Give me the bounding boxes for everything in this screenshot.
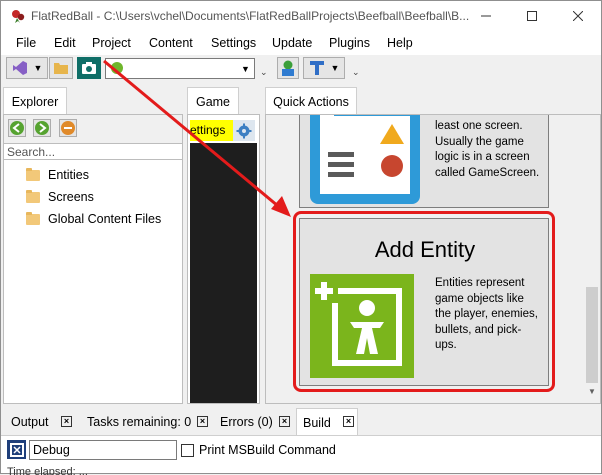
tab-explorer-label: Explorer [11,94,59,109]
search-placeholder: Search... [7,145,56,159]
desc-line: Usually the game [435,135,524,148]
gum-button[interactable] [277,57,299,79]
gear-icon [236,123,252,138]
print-msbuild-checkbox[interactable] [181,444,194,457]
minimize-button[interactable] [463,1,509,31]
tree-item-label: Global Content Files [48,212,162,226]
print-msbuild-label: Print MSBuild Command [199,443,336,457]
close-icon [573,11,583,21]
window-title: FlatRedBall - C:\Users\vchel\Documents\F… [31,9,470,23]
close-icon[interactable]: × [343,416,354,427]
arrow-right-icon [35,121,49,135]
minimize-icon [481,15,491,17]
tab-game[interactable]: Game [187,87,239,115]
tree-item-label: Entities [48,168,89,182]
menu-settings[interactable]: Settings [211,36,256,50]
title-bar: FlatRedBall - C:\Users\vchel\Documents\F… [1,1,601,31]
add-screen-description: least one screen. Usually the game logic… [435,119,539,181]
quick-actions-scrollbar[interactable]: ▼ [584,115,600,403]
folder-icon [26,167,40,181]
game-settings-label: ettings [190,123,226,137]
navigate-back-button[interactable] [8,119,26,137]
quick-actions-panel: least one screen. Usually the game logic… [265,114,601,404]
scrollbar-thumb[interactable] [586,287,598,383]
chevron-down-icon: ▼ [330,63,340,73]
tab-tasks[interactable]: Tasks remaining: 0 × [81,410,211,434]
scroll-down-icon[interactable]: ▼ [588,387,596,396]
add-screen-card[interactable]: least one screen. Usually the game logic… [299,115,549,208]
tree-item-label: Screens [48,190,94,204]
toolbar: ▼ ▼ ⌄ ▼ ⌄ [1,55,601,83]
tab-output[interactable]: Output × [5,410,75,434]
tree-item-global-content-files[interactable]: Global Content Files [26,210,161,228]
tree-item-screens[interactable]: Screens [26,188,94,206]
highlight-rectangle [293,211,555,392]
visual-studio-icon [12,61,27,75]
screenshot-button[interactable] [77,57,101,79]
menu-project[interactable]: Project [92,36,131,50]
tab-errors-label: Errors (0) [220,415,273,429]
tab-quick-actions-label: Quick Actions [273,94,349,109]
arrow-left-icon [10,121,24,135]
navigate-forward-button[interactable] [33,119,51,137]
explorer-toolbar [4,115,182,143]
build-config-icon-button[interactable] [7,440,26,459]
chevron-down-icon: ▼ [241,63,250,74]
build-configuration-value: Debug [33,443,70,457]
open-in-visual-studio-button[interactable]: ▼ [6,57,48,79]
maximize-icon [527,11,537,21]
main-window: FlatRedBall - C:\Users\vchel\Documents\F… [0,0,602,475]
menu-content[interactable]: Content [149,36,193,50]
close-button[interactable] [555,1,601,31]
gum-icon [282,60,294,76]
tab-output-label: Output [11,415,49,429]
open-folder-button[interactable] [49,57,73,79]
folder-icon [26,189,40,203]
folder-open-icon [54,63,68,74]
game-settings-button[interactable]: ettings [190,120,233,141]
explorer-panel: Search... Entities Screens Global Conten… [3,114,183,404]
tools-dropdown-button[interactable]: ▼ [303,57,345,79]
game-gear-button[interactable] [233,120,255,141]
chevron-down-icon: ▼ [33,63,43,73]
desc-line: least one screen. [435,120,523,132]
menu-bar: File Edit Project Content Settings Updat… [1,31,601,55]
screen-icon [310,115,420,204]
build-configuration-input[interactable]: Debug [29,440,177,460]
menu-edit[interactable]: Edit [54,36,76,50]
toolbar-overflow-icon[interactable]: ⌄ [352,67,360,78]
tab-build-label: Build [303,415,331,430]
tab-quick-actions[interactable]: Quick Actions [265,87,357,115]
toolbar-overflow-icon[interactable]: ⌄ [260,67,268,78]
folder-icon [26,211,40,225]
menu-file[interactable]: File [16,36,36,50]
tab-build[interactable]: Build × [296,408,358,436]
desc-line: logic is in a screen [435,151,530,163]
close-icon[interactable]: × [197,416,208,427]
build-icon [9,442,24,457]
collapse-all-button[interactable] [59,119,77,137]
tab-errors[interactable]: Errors (0) × [214,410,294,434]
menu-update[interactable]: Update [272,36,312,50]
flatredball-logo-icon [12,10,25,23]
tab-tasks-label: Tasks remaining: 0 [87,415,192,429]
glue-view-combo[interactable]: ▼ [105,58,255,79]
build-panel: Debug Print MSBuild Command Time elapsed… [1,435,601,475]
tool-t-icon [309,61,324,75]
close-icon[interactable]: × [279,416,290,427]
glue-view-icon [111,62,123,74]
tab-game-label: Game [195,94,231,109]
desc-line: called GameScreen. [435,166,540,179]
search-input[interactable]: Search... [4,143,182,160]
menu-plugins[interactable]: Plugins [329,36,370,50]
tree-item-entities[interactable]: Entities [26,166,89,184]
close-icon[interactable]: × [61,416,72,427]
collapse-icon [61,121,75,135]
game-panel: ettings [187,114,260,404]
tab-explorer[interactable]: Explorer [3,87,67,115]
game-viewport[interactable] [190,143,257,403]
camera-icon [82,62,96,74]
maximize-button[interactable] [509,1,555,31]
menu-help[interactable]: Help [387,36,413,50]
